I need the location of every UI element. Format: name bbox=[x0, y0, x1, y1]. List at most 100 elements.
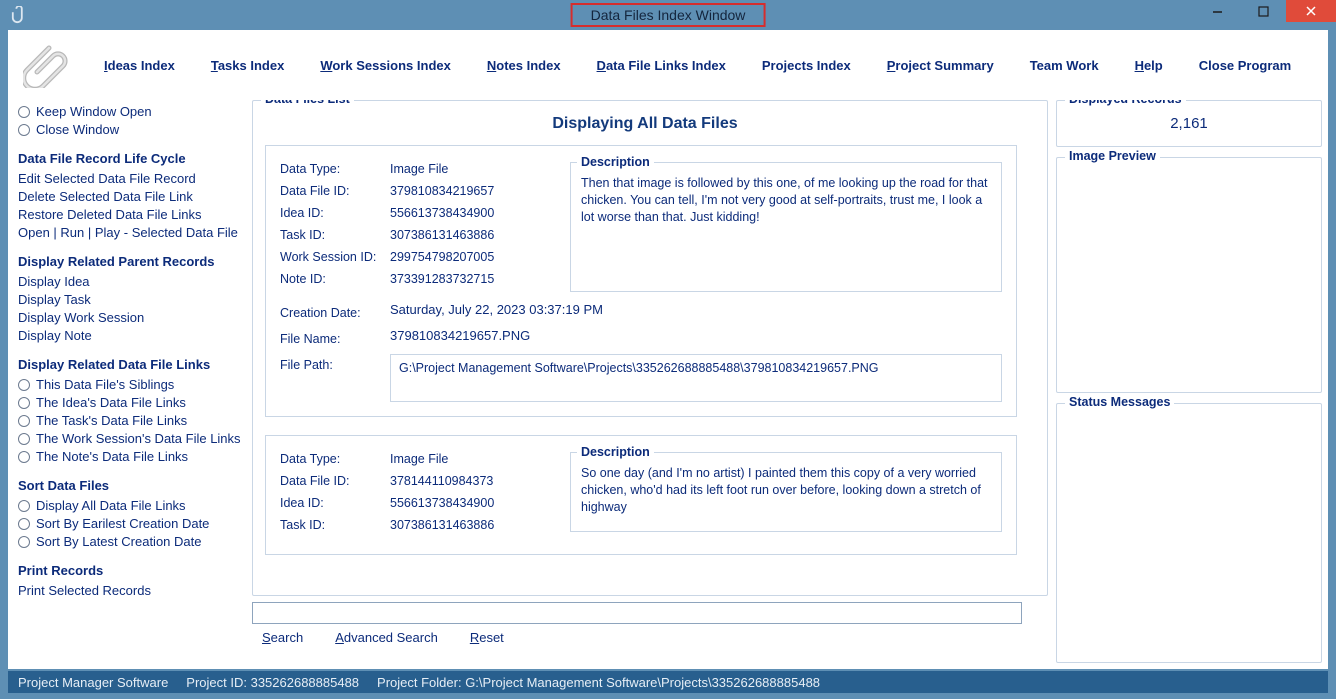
display-all-radio[interactable]: Display All Data File Links bbox=[18, 498, 244, 513]
lifecycle-heading: Data File Record Life Cycle bbox=[18, 151, 244, 166]
menu-ideas[interactable]: Ideas Index bbox=[104, 58, 175, 73]
open-run-play-link[interactable]: Open | Run | Play - Selected Data File bbox=[18, 225, 244, 240]
edit-record-link[interactable]: Edit Selected Data File Record bbox=[18, 171, 244, 186]
list-title: Displaying All Data Files bbox=[265, 115, 1025, 133]
menu-tasks[interactable]: Tasks Index bbox=[211, 58, 284, 73]
statusbar: Project Manager Software Project ID: 335… bbox=[8, 671, 1328, 693]
display-task-link[interactable]: Display Task bbox=[18, 292, 244, 307]
menu-work-sessions[interactable]: Work Sessions Index bbox=[320, 58, 451, 73]
print-selected-link[interactable]: Print Selected Records bbox=[18, 583, 244, 598]
label-ws-id: Work Session ID: bbox=[280, 250, 390, 264]
app-icon bbox=[6, 1, 34, 29]
search-row: Search Advanced Search Reset bbox=[252, 602, 1048, 645]
menu-projects[interactable]: Projects Index bbox=[762, 58, 851, 73]
maximize-button[interactable] bbox=[1240, 0, 1286, 22]
image-preview-legend: Image Preview bbox=[1065, 149, 1160, 163]
menu-data-file-links[interactable]: Data File Links Index bbox=[597, 58, 726, 73]
data-files-list: Data Files List Displaying All Data File… bbox=[252, 100, 1048, 596]
search-input[interactable] bbox=[252, 602, 1022, 624]
value-file-name: 379810834219657.PNG bbox=[390, 328, 1002, 346]
sort-heading: Sort Data Files bbox=[18, 478, 244, 493]
displayed-records-box: Displayed Records 2,161 bbox=[1056, 100, 1322, 147]
related-links-heading: Display Related Data File Links bbox=[18, 357, 244, 372]
label-file-name: File Name: bbox=[280, 328, 390, 346]
record-card[interactable]: Data Type:Image File Data File ID:378144… bbox=[265, 435, 1017, 555]
status-project-id: Project ID: 335262688885488 bbox=[186, 675, 359, 690]
menu-project-summary[interactable]: Project Summary bbox=[887, 58, 994, 73]
right-pane: Displayed Records 2,161 Image Preview St… bbox=[1056, 100, 1322, 663]
print-heading: Print Records bbox=[18, 563, 244, 578]
description-box: Description So one day (and I'm no artis… bbox=[570, 452, 1002, 532]
display-work-session-link[interactable]: Display Work Session bbox=[18, 310, 244, 325]
sort-latest-radio[interactable]: Sort By Latest Creation Date bbox=[18, 534, 244, 549]
ws-links-radio[interactable]: The Work Session's Data File Links bbox=[18, 431, 244, 446]
window-controls bbox=[1194, 0, 1336, 22]
value-data-type: Image File bbox=[390, 452, 448, 466]
description-legend: Description bbox=[577, 444, 654, 461]
label-idea-id: Idea ID: bbox=[280, 206, 390, 220]
keep-window-open-radio[interactable]: KKeep Window Openeep Window Open bbox=[18, 104, 244, 119]
description-box: Description Then that image is followed … bbox=[570, 162, 1002, 292]
menu-notes[interactable]: Notes Index bbox=[487, 58, 561, 73]
status-messages-legend: Status Messages bbox=[1065, 395, 1174, 409]
value-creation: Saturday, July 22, 2023 03:37:19 PM bbox=[390, 302, 1002, 320]
value-idea-id: 556613738434900 bbox=[390, 206, 494, 220]
reset-link[interactable]: Reset bbox=[470, 630, 504, 645]
restore-links-link[interactable]: Restore Deleted Data File Links bbox=[18, 207, 244, 222]
description-legend: Description bbox=[577, 154, 654, 171]
idea-links-radio[interactable]: The Idea's Data File Links bbox=[18, 395, 244, 410]
file-path-box: G:\Project Management Software\Projects\… bbox=[390, 354, 1002, 402]
value-note-id: 373391283732715 bbox=[390, 272, 494, 286]
records-scroll[interactable]: Data Type:Image File Data File ID:379810… bbox=[265, 145, 1025, 585]
value-data-type: Image File bbox=[390, 162, 448, 176]
display-note-link[interactable]: Display Note bbox=[18, 328, 244, 343]
window-title: Data Files Index Window bbox=[571, 3, 766, 27]
label-file-path: File Path: bbox=[280, 354, 390, 402]
status-messages-box: Status Messages bbox=[1056, 403, 1322, 663]
description-text: So one day (and I'm no artist) I painted… bbox=[581, 466, 981, 514]
label-task-id: Task ID: bbox=[280, 228, 390, 242]
status-app: Project Manager Software bbox=[18, 675, 168, 690]
description-text: Then that image is followed by this one,… bbox=[581, 176, 988, 224]
content: KKeep Window Openeep Window Open Close W… bbox=[8, 100, 1328, 669]
list-legend: Data Files List bbox=[261, 100, 354, 106]
menu-items: Ideas Index Tasks Index Work Sessions In… bbox=[104, 58, 1291, 73]
value-ws-id: 299754798207005 bbox=[390, 250, 494, 264]
label-note-id: Note ID: bbox=[280, 272, 390, 286]
paperclip-icon bbox=[18, 37, 74, 93]
close-button[interactable] bbox=[1286, 0, 1336, 22]
value-task-id: 307386131463886 bbox=[390, 228, 494, 242]
value-idea-id: 556613738434900 bbox=[390, 496, 494, 510]
minimize-button[interactable] bbox=[1194, 0, 1240, 22]
record-card[interactable]: Data Type:Image File Data File ID:379810… bbox=[265, 145, 1017, 417]
search-link[interactable]: Search bbox=[262, 630, 303, 645]
value-task-id: 307386131463886 bbox=[390, 518, 494, 532]
status-project-folder: Project Folder: G:\Project Management So… bbox=[377, 675, 820, 690]
label-data-file-id: Data File ID: bbox=[280, 184, 390, 198]
parent-records-heading: Display Related Parent Records bbox=[18, 254, 244, 269]
delete-link-link[interactable]: Delete Selected Data File Link bbox=[18, 189, 244, 204]
advanced-search-link[interactable]: Advanced Search bbox=[335, 630, 438, 645]
value-data-file-id: 379810834219657 bbox=[390, 184, 494, 198]
label-data-type: Data Type: bbox=[280, 452, 390, 466]
task-links-radio[interactable]: The Task's Data File Links bbox=[18, 413, 244, 428]
label-idea-id: Idea ID: bbox=[280, 496, 390, 510]
left-pane: KKeep Window Openeep Window Open Close W… bbox=[18, 100, 244, 663]
close-window-radio[interactable]: Close Window bbox=[18, 122, 244, 137]
note-links-radio[interactable]: The Note's Data File Links bbox=[18, 449, 244, 464]
label-data-type: Data Type: bbox=[280, 162, 390, 176]
displayed-records-count: 2,161 bbox=[1067, 111, 1311, 136]
menu-help[interactable]: Help bbox=[1135, 58, 1163, 73]
sort-earliest-radio[interactable]: Sort By Earilest Creation Date bbox=[18, 516, 244, 531]
label-task-id: Task ID: bbox=[280, 518, 390, 532]
value-data-file-id: 378144110984373 bbox=[390, 474, 493, 488]
menu-team-work[interactable]: Team Work bbox=[1030, 58, 1099, 73]
siblings-radio[interactable]: This Data File's Siblings bbox=[18, 377, 244, 392]
displayed-records-legend: Displayed Records bbox=[1065, 100, 1186, 106]
window-body: Ideas Index Tasks Index Work Sessions In… bbox=[8, 30, 1328, 669]
label-creation: Creation Date: bbox=[280, 302, 390, 320]
image-preview-box: Image Preview bbox=[1056, 157, 1322, 393]
menu-close-program[interactable]: Close Program bbox=[1199, 58, 1291, 73]
label-data-file-id: Data File ID: bbox=[280, 474, 390, 488]
display-idea-link[interactable]: Display Idea bbox=[18, 274, 244, 289]
